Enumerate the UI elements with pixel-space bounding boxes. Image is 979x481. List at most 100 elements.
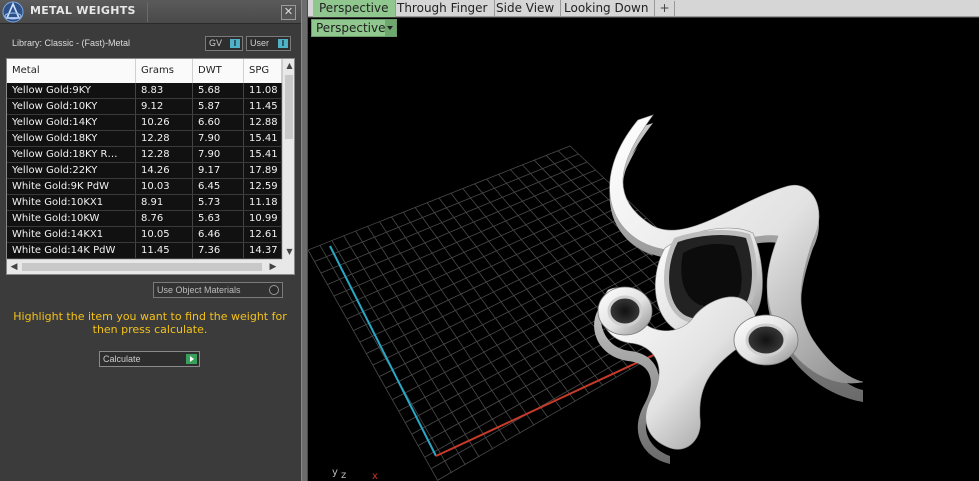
play-icon [186, 354, 197, 364]
table-row[interactable]: White Gold:9K PdW 10.03 6.45 12.59 [7, 179, 282, 195]
table-cell-grams: 10.03 [136, 179, 193, 194]
table-cell-metal: White Gold:9K PdW [7, 179, 136, 194]
axis-indicator: y z x [332, 467, 378, 481]
table-cell-grams: 14.26 [136, 163, 193, 178]
gv-toggle-label: GV [209, 38, 223, 48]
table-cell-dwt: 5.87 [193, 99, 244, 114]
axis-label-z: z [341, 470, 346, 481]
app-window: METAL WEIGHTS ✕ Library: Classic - (Fast… [0, 0, 979, 481]
horizontal-scrollbar[interactable]: ◀ ▶ [7, 259, 282, 274]
jewelry-model[interactable] [594, 114, 864, 464]
vertical-scroll-thumb[interactable] [285, 75, 293, 139]
gv-toggle[interactable]: GV I [205, 36, 243, 51]
table-row[interactable]: Yellow Gold:22KY 14.26 9.17 17.89 [7, 163, 282, 179]
scroll-left-icon[interactable]: ◀ [7, 260, 21, 274]
table-cell-spg: 17.89 [244, 163, 282, 178]
table-cell-dwt: 5.73 [193, 195, 244, 210]
column-header-dwt[interactable]: DWT [193, 59, 244, 83]
table-cell-metal: Yellow Gold:22KY [7, 163, 136, 178]
table-cell-grams: 10.26 [136, 115, 193, 130]
table-cell-dwt: 7.36 [193, 243, 244, 258]
table-cell-dwt: 7.90 [193, 131, 244, 146]
table-row[interactable]: White Gold:10KW 8.76 5.63 10.99 [7, 211, 282, 227]
table-cell-metal: Yellow Gold:18KY [7, 131, 136, 146]
table-cell-dwt: 9.17 [193, 163, 244, 178]
tab-through-finger[interactable]: Through Finger [391, 0, 495, 17]
table-cell-dwt: 6.45 [193, 179, 244, 194]
instruction-text: Highlight the item you want to find the … [13, 310, 287, 336]
table-row[interactable]: White Gold:10KX1 8.91 5.73 11.18 [7, 195, 282, 211]
chevron-down-icon[interactable] [385, 20, 396, 36]
scroll-corner [282, 259, 294, 274]
add-tab-icon[interactable]: + [655, 1, 675, 16]
horizontal-scroll-thumb[interactable] [22, 263, 262, 271]
table-row[interactable]: Yellow Gold:14KY 10.26 6.60 12.88 [7, 115, 282, 131]
table-cell-metal: White Gold:10KW [7, 211, 136, 226]
table-cell-metal: Yellow Gold:9KY [7, 83, 136, 98]
table-row[interactable]: Yellow Gold:18KY R… 12.28 7.90 15.41 [7, 147, 282, 163]
axis-label-y: y [332, 467, 338, 478]
library-label: Library: Classic - (Fast)-Metal [12, 38, 131, 48]
table-cell-dwt: 5.63 [193, 211, 244, 226]
vertical-scrollbar[interactable]: ▲ ▼ [282, 59, 294, 259]
table-cell-spg: 12.61 [244, 227, 282, 242]
scroll-up-icon[interactable]: ▲ [283, 59, 294, 72]
table-cell-grams: 12.28 [136, 131, 193, 146]
table-cell-grams: 10.05 [136, 227, 193, 242]
table-row[interactable]: Yellow Gold:9KY 8.83 5.68 11.08 [7, 83, 282, 99]
calculate-button[interactable]: Calculate [99, 351, 200, 367]
grid-line [462, 188, 617, 378]
table-cell-spg: 14.37 [244, 243, 282, 258]
close-panel-button[interactable]: ✕ [281, 5, 296, 20]
title-divider [147, 2, 148, 22]
panel-title: METAL WEIGHTS [30, 4, 136, 17]
table-cell-spg: 15.41 [244, 147, 282, 162]
axis-label-x: x [372, 471, 378, 481]
table-cell-spg: 12.88 [244, 115, 282, 130]
column-header-metal[interactable]: Metal [7, 59, 136, 83]
view-dropdown[interactable]: Perspective [311, 19, 397, 37]
scroll-down-icon[interactable]: ▼ [283, 245, 294, 258]
grid-line [308, 249, 439, 481]
column-header-grams[interactable]: Grams [136, 59, 193, 83]
table-cell-metal: Yellow Gold:10KY [7, 99, 136, 114]
scroll-right-icon[interactable]: ▶ [266, 260, 280, 274]
table-cell-metal: Yellow Gold:14KY [7, 115, 136, 130]
table-cell-spg: 11.45 [244, 99, 282, 114]
table-cell-metal: White Gold:14KX1 [7, 227, 136, 242]
panel-splitter[interactable] [301, 0, 308, 481]
table-row[interactable]: White Gold:14KX1 10.05 6.46 12.61 [7, 227, 282, 243]
table-cell-grams: 8.76 [136, 211, 193, 226]
user-toggle-label: User [250, 38, 270, 48]
table-cell-grams: 11.45 [136, 243, 193, 258]
panel-titlebar: METAL WEIGHTS ✕ [0, 0, 301, 24]
view-dropdown-label: Perspective [316, 21, 386, 35]
table-cell-dwt: 6.46 [193, 227, 244, 242]
table-cell-spg: 11.18 [244, 195, 282, 210]
table-cell-metal: Yellow Gold:18KY R… [7, 147, 136, 162]
table-cell-spg: 15.41 [244, 131, 282, 146]
gv-toggle-knob: I [230, 39, 240, 48]
user-toggle-knob: I [278, 39, 288, 48]
grid-line [379, 221, 521, 434]
3d-viewport[interactable]: y z x Perspective [308, 18, 979, 481]
use-object-materials-radio[interactable] [269, 285, 279, 295]
table-row[interactable]: White Gold:14K PdW 11.45 7.36 14.37 [7, 243, 282, 259]
use-object-materials-option[interactable]: Use Object Materials [153, 282, 283, 298]
tab-side-view[interactable]: Side View [490, 0, 562, 17]
table-cell-dwt: 6.60 [193, 115, 244, 130]
table-cell-spg: 10.99 [244, 211, 282, 226]
table-row[interactable]: Yellow Gold:18KY 12.28 7.90 15.41 [7, 131, 282, 147]
table-row[interactable]: Yellow Gold:10KY 9.12 5.87 11.45 [7, 99, 282, 115]
tab-looking-down[interactable]: Looking Down [558, 0, 656, 17]
metal-table: Metal Grams DWT SPG Yellow Gold:9KY 8.83 5… [6, 58, 295, 275]
column-header-spg[interactable]: SPG [244, 59, 282, 83]
table-cell-dwt: 7.90 [193, 147, 244, 162]
3d-scene[interactable]: y z x [308, 18, 979, 481]
table-body: Yellow Gold:9KY 8.83 5.68 11.08 Yellow Gold:… [7, 83, 282, 259]
y-axis-line [329, 245, 437, 457]
user-toggle[interactable]: User I [246, 36, 291, 51]
use-object-materials-label: Use Object Materials [157, 285, 241, 295]
tab-perspective[interactable]: Perspective [313, 0, 396, 17]
table-cell-spg: 11.08 [244, 83, 282, 98]
